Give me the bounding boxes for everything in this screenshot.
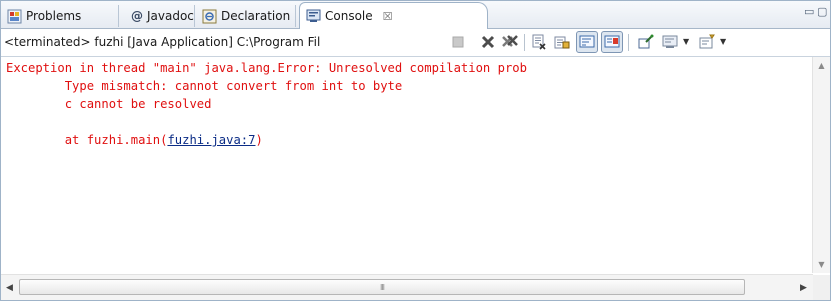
launch-status-label: <terminated> fuzhi [Java Application] C:… [4,35,321,49]
problems-icon [7,9,22,24]
maximize-icon[interactable]: ▢ [817,5,827,18]
tab-label: Declaration [221,9,291,23]
console-icon [306,9,321,23]
vertical-scrollbar[interactable]: ▲ ▼ [812,57,830,273]
scrollbar-thumb[interactable]: III [19,279,745,295]
remove-launch-icon[interactable] [479,33,497,51]
scroll-left-icon[interactable]: ◀ [1,275,18,300]
console-view: Problems @ Javadoc Declaration Console ☒… [0,0,831,301]
scroll-up-icon[interactable]: ▲ [813,57,830,74]
grip-icon: III [379,282,385,292]
scroll-down-icon[interactable]: ▼ [813,256,830,273]
tab-label: Problems [26,9,82,23]
console-line: Type mismatch: cannot convert from int t… [6,79,403,93]
console-output[interactable]: Exception in thread "main" java.lang.Err… [1,57,812,273]
console-line: at fuzhi.main(fuzhi.java:7) [6,133,263,147]
chevron-down-icon[interactable]: ▼ [683,37,689,46]
scroll-right-icon[interactable]: ▶ [795,275,812,300]
console-text: Exception in thread "main" java.lang.Err… [1,57,812,149]
tab-label: Console [325,9,373,23]
tab-declaration[interactable]: Declaration [198,5,296,27]
show-console-on-output-icon[interactable] [601,31,623,53]
source-link[interactable]: fuzhi.java:7 [167,133,255,147]
minimize-icon[interactable]: ▭ [804,5,814,18]
horizontal-scrollbar[interactable]: ◀ III ▶ [1,274,813,300]
javadoc-at-icon: @ [131,9,143,23]
tab-problems[interactable]: Problems [3,5,119,27]
word-wrap-icon[interactable] [576,31,598,53]
tab-label: Javadoc [147,9,194,23]
open-console-icon[interactable] [698,33,716,51]
pin-console-icon[interactable] [637,33,655,51]
toolbar-separator [524,34,525,51]
tab-javadoc[interactable]: @ Javadoc [127,5,195,27]
chevron-down-icon[interactable]: ▼ [720,37,726,46]
console-line: c cannot be resolved [6,97,212,111]
terminate-icon[interactable] [449,33,467,51]
view-tab-strip: Problems @ Javadoc Declaration Console ☒… [1,1,830,29]
scroll-lock-icon[interactable] [553,33,571,51]
close-icon[interactable]: ☒ [383,10,393,23]
tab-console[interactable]: Console ☒ [299,2,488,29]
clear-console-icon[interactable] [530,33,548,51]
console-toolbar: <terminated> fuzhi [Java Application] C:… [1,29,830,57]
display-console-icon[interactable] [661,33,679,51]
console-line: Exception in thread "main" java.lang.Err… [6,61,527,75]
declaration-icon [202,9,217,24]
stack-trace-suffix: ) [255,133,263,147]
remove-all-terminated-icon[interactable] [501,33,519,51]
toolbar-separator [628,34,629,51]
scrollbar-corner [813,275,830,300]
stack-trace-prefix: at fuzhi.main( [6,133,168,147]
